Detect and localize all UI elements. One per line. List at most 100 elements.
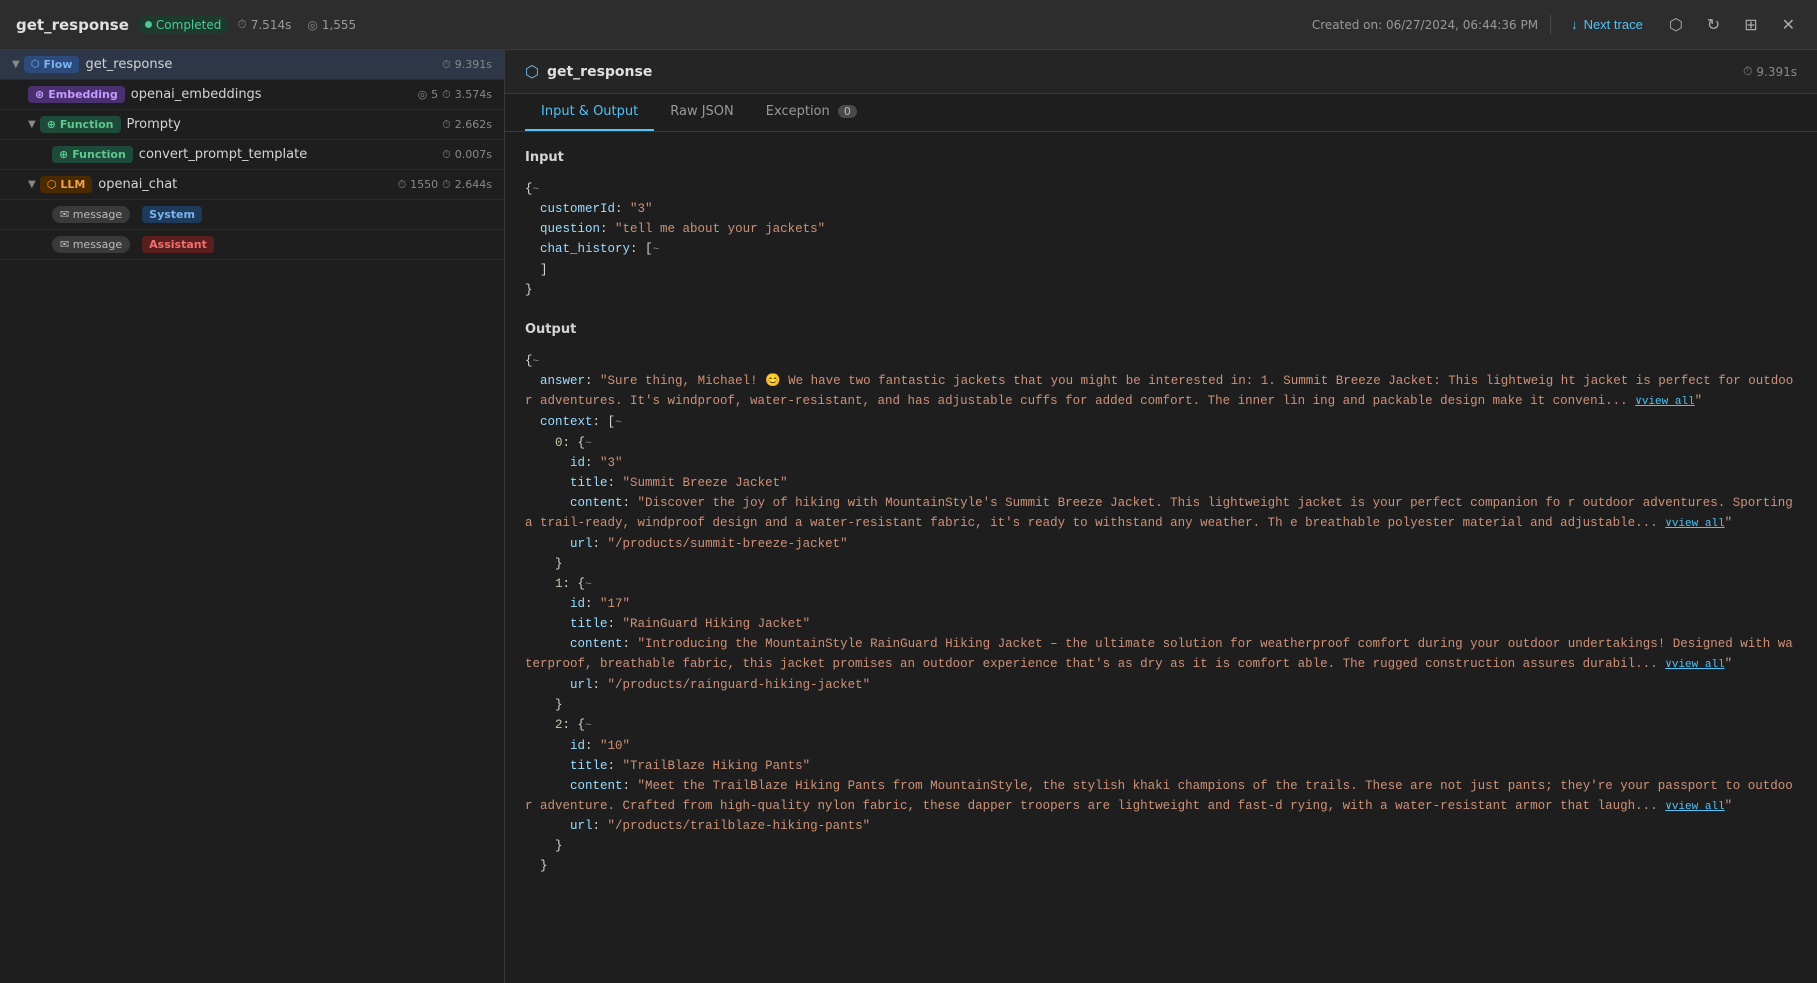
tree-item-msg-system[interactable]: ✉ message System: [0, 200, 504, 230]
grid-icon: ⊞: [1744, 15, 1757, 35]
code-content-area: Input {~ customerId: "3" question: "tell…: [505, 132, 1817, 983]
header-right: Created on: 06/27/2024, 06:44:36 PM ↓ Ne…: [1312, 11, 1801, 39]
right-panel: ⬡ get_response ⏱ 9.391s Input & Output R…: [505, 50, 1817, 983]
code-line: url: "/products/trailblaze-hiking-pants": [525, 816, 1797, 836]
view-all-context-0[interactable]: ∨view all: [1665, 518, 1724, 530]
code-line: content: "Discover the joy of hiking wit…: [525, 493, 1797, 534]
next-trace-button[interactable]: ↓ Next trace: [1563, 13, 1651, 36]
badge-system: System: [142, 206, 202, 223]
status-dot: [145, 21, 152, 28]
exception-badge: 0: [838, 105, 857, 118]
clock-icon-panel: ⏱: [1743, 64, 1752, 79]
next-trace-label: Next trace: [1584, 17, 1643, 32]
right-panel-time-value: 9.391s: [1756, 65, 1797, 79]
function-icon-2: ⊕: [59, 148, 68, 161]
next-trace-arrow-icon: ↓: [1571, 17, 1578, 32]
top-header: get_response Completed ⏱ 7.514s ◎ 1,555 …: [0, 0, 1817, 50]
page-title: get_response: [16, 16, 129, 34]
code-line: title: "RainGuard Hiking Jacket": [525, 614, 1797, 634]
code-line: }: [525, 856, 1797, 876]
code-line: customerId: "3": [525, 199, 1797, 219]
tree-item-function-prompty[interactable]: ▼ ⊕ Function Prompty ⏱ 2.662s: [0, 110, 504, 140]
refresh-icon: ↻: [1707, 15, 1720, 35]
tab-exception[interactable]: Exception 0: [750, 94, 873, 131]
badge-function-prompty: ⊕ Function: [40, 116, 121, 133]
refresh-button[interactable]: ↻: [1701, 11, 1726, 39]
tree-item-embedding[interactable]: ⊛ Embedding openai_embeddings ◎ 5 ⏱ 3.57…: [0, 80, 504, 110]
tree-label-flow: ⬡ Flow get_response: [24, 56, 442, 73]
grid-button[interactable]: ⊞: [1738, 11, 1763, 39]
code-line: ]: [525, 260, 1797, 280]
code-line: }: [525, 280, 1797, 300]
code-line: 0: {~: [525, 433, 1797, 454]
badge-function-convert: ⊕ Function: [52, 146, 133, 163]
code-line: title: "Summit Breeze Jacket": [525, 473, 1797, 493]
tree-time-llm: ⏱ 1550 ⏱ 2.644s: [398, 178, 492, 192]
close-button[interactable]: ✕: [1776, 11, 1801, 39]
view-all-context-2[interactable]: ∨view all: [1665, 801, 1724, 813]
llm-icon: ⬡: [47, 178, 57, 191]
right-panel-title: get_response: [547, 64, 1735, 80]
clock2-icon-llm: ⏱: [442, 178, 451, 192]
tree-name-llm: openai_chat: [98, 177, 177, 192]
clock-icon: ⏱: [237, 17, 246, 32]
code-line: }: [525, 836, 1797, 856]
tree-item-llm[interactable]: ▼ ⬡ LLM openai_chat ⏱ 1550 ⏱ 2.644s: [0, 170, 504, 200]
code-line: chat_history: [~: [525, 239, 1797, 260]
badge-message-assistant: ✉ message: [52, 236, 130, 253]
function-icon-1: ⊕: [47, 118, 56, 131]
code-line: id: "17": [525, 594, 1797, 614]
right-panel-header: ⬡ get_response ⏱ 9.391s: [505, 50, 1817, 94]
chevron-icon-prompty[interactable]: ▼: [28, 119, 36, 130]
share-button[interactable]: ⬡: [1663, 11, 1689, 39]
clock-icon-convert: ⏱: [442, 148, 451, 162]
tree-time-embedding: ◎ 5 ⏱ 3.574s: [418, 88, 492, 102]
code-line: url: "/products/summit-breeze-jacket": [525, 534, 1797, 554]
created-text: Created on: 06/27/2024, 06:44:36 PM: [1312, 18, 1538, 32]
tree-time-prompty: ⏱ 2.662s: [442, 118, 492, 132]
embedding-icon: ⊛: [35, 88, 44, 101]
tree-label-msg-system: ✉ message System: [52, 206, 492, 223]
tree-item-convert-prompt[interactable]: ⊕ Function convert_prompt_template ⏱ 0.0…: [0, 140, 504, 170]
clock-icon-sm: ⏱: [442, 58, 451, 72]
code-line: }: [525, 695, 1797, 715]
code-line: content: "Meet the TrailBlaze Hiking Pan…: [525, 776, 1797, 817]
share-icon: ⬡: [1669, 15, 1683, 35]
code-line: {~: [525, 351, 1797, 372]
main-content: ▼ ⬡ Flow get_response ⏱ 9.391s ⊛ Embeddi…: [0, 50, 1817, 983]
badge-llm: ⬡ LLM: [40, 176, 93, 193]
tree-item-flow-root[interactable]: ▼ ⬡ Flow get_response ⏱ 9.391s: [0, 50, 504, 80]
tree-label-msg-assistant: ✉ message Assistant: [52, 236, 492, 253]
status-text: Completed: [156, 18, 221, 32]
token-icon: ◎: [307, 18, 317, 32]
view-all-answer[interactable]: ∨view all: [1635, 396, 1694, 408]
clock-icon-emb: ⏱: [442, 88, 451, 102]
output-section: Output {~ answer: "Sure thing, Michael! …: [525, 320, 1797, 876]
code-line: question: "tell me about your jackets": [525, 219, 1797, 239]
tree-name-get-response: get_response: [85, 57, 172, 72]
code-line: 1: {~: [525, 574, 1797, 595]
clock-icon-prompty: ⏱: [442, 118, 451, 132]
clock-icon-llm: ⏱: [398, 178, 407, 192]
duration-value: 7.514s: [251, 18, 292, 32]
circle-icon: ◎: [418, 88, 428, 101]
tokens-value: 1,555: [322, 18, 356, 32]
code-line: id: "3": [525, 453, 1797, 473]
input-label: Input: [525, 148, 1797, 169]
tree-label-embedding: ⊛ Embedding openai_embeddings: [28, 86, 418, 103]
tree-name-embeddings: openai_embeddings: [131, 87, 262, 102]
code-line: {~: [525, 179, 1797, 200]
tab-raw-json[interactable]: Raw JSON: [654, 94, 750, 131]
duration-item: ⏱ 7.514s: [237, 17, 291, 32]
chevron-icon[interactable]: ▼: [12, 59, 20, 70]
tab-input-output[interactable]: Input & Output: [525, 94, 654, 131]
status-badge: Completed: [137, 16, 229, 34]
tree-item-msg-assistant[interactable]: ✉ message Assistant: [0, 230, 504, 260]
chevron-icon-llm[interactable]: ▼: [28, 179, 36, 190]
view-all-context-1[interactable]: ∨view all: [1665, 659, 1724, 671]
tabs-bar: Input & Output Raw JSON Exception 0: [505, 94, 1817, 132]
badge-flow: ⬡ Flow: [24, 56, 80, 73]
badge-embedding: ⊛ Embedding: [28, 86, 125, 103]
tree-name-prompty: Prompty: [127, 117, 181, 132]
right-panel-time: ⏱ 9.391s: [1743, 64, 1797, 79]
